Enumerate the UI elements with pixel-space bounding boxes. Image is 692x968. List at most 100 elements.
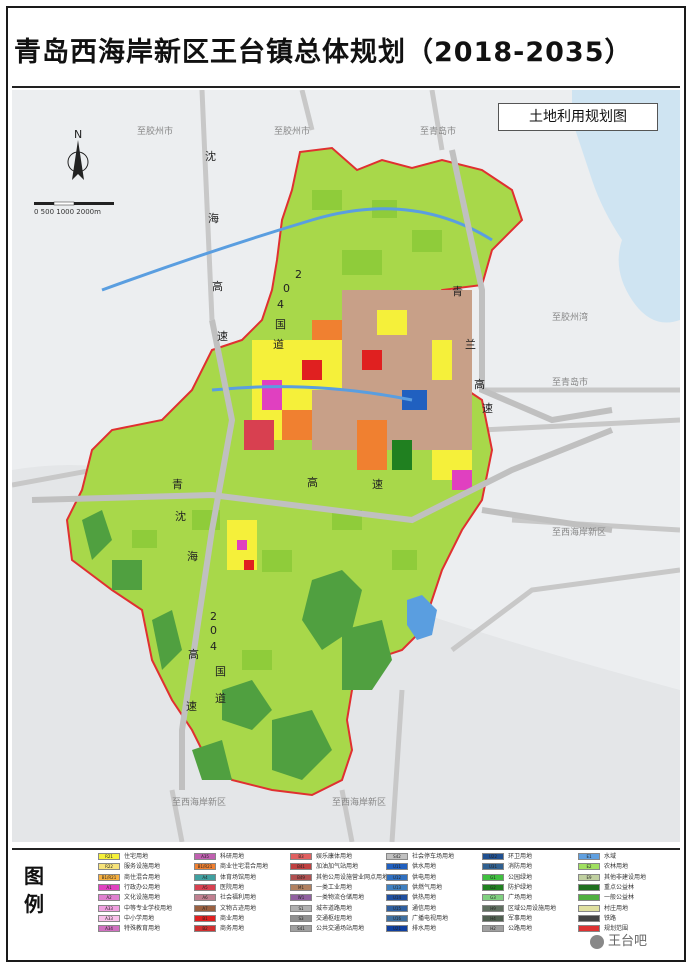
legend-swatch: A4 xyxy=(194,873,216,881)
legend-item: A6 社会福利用地 xyxy=(194,893,256,902)
legend-label: 广播电视用地 xyxy=(412,914,449,922)
legend-item: U31 消防用地 xyxy=(482,862,532,871)
legend-label: 商住混合用地 xyxy=(124,873,161,881)
legend-item: W1 一类物流仓储用地 xyxy=(290,893,364,902)
legend-swatch: U13 xyxy=(386,883,408,891)
legend-swatch: E9 xyxy=(578,873,600,881)
legend-label: 城市道路用地 xyxy=(316,904,353,912)
legend-swatch: A33 xyxy=(98,914,120,922)
road-label-char: 0 xyxy=(210,624,217,637)
legend-label: 商务用地 xyxy=(220,925,245,933)
legend-label: 消防用地 xyxy=(508,863,533,871)
legend-swatch: B49 xyxy=(290,873,312,881)
legend-item: A35 科研用地 xyxy=(194,852,244,861)
legend-label: 体育场馆用地 xyxy=(220,873,257,881)
legend-label: 水域 xyxy=(604,853,617,860)
legend-label: 区域公用设施用地 xyxy=(508,904,557,912)
road-label-char: 沈 xyxy=(205,149,216,163)
legend-label: 其他非建设用地 xyxy=(604,873,647,881)
road-label-char: 2 xyxy=(295,268,302,281)
legend-label: 住宅用地 xyxy=(124,853,149,860)
legend-item: B49 其他公用设施营业网点用地 xyxy=(290,873,388,882)
legend-swatch: A2 xyxy=(98,894,120,902)
legend-swatch: A7 xyxy=(194,904,216,912)
legend-item: A33 中小学用地 xyxy=(98,914,154,923)
legend-swatch xyxy=(578,894,600,902)
legend-label: 科研用地 xyxy=(220,853,245,860)
road-label-char: 高 xyxy=(212,279,223,293)
legend-item: 一般公益林 xyxy=(578,893,634,902)
legend-label: 供电用地 xyxy=(412,873,437,881)
legend-item: U21 排水用地 xyxy=(386,924,436,933)
road-label-char: 高 xyxy=(188,647,199,661)
legend-label: 防护绿地 xyxy=(508,883,533,891)
legend-swatch xyxy=(578,883,600,891)
legend-swatch: U15 xyxy=(386,904,408,912)
legend-label: 社会停车场用地 xyxy=(412,853,455,860)
legend-swatch: B3 xyxy=(290,853,312,860)
legend-swatch: A1 xyxy=(98,883,120,891)
legend-item: E9 其他非建设用地 xyxy=(578,873,646,882)
legend-label: 一类物流仓储用地 xyxy=(316,894,365,902)
legend-swatch xyxy=(578,904,600,912)
road-label-char: 兰 xyxy=(465,338,476,351)
legend-label: 加油加气站用地 xyxy=(316,863,359,871)
legend-swatch: G2 xyxy=(482,883,504,891)
legend-swatch: S1 xyxy=(290,904,312,912)
legend-swatch: H4 xyxy=(482,914,504,922)
legend-item: B1/R21 商住混合用地 xyxy=(98,873,160,882)
legend-swatch: H9 xyxy=(482,904,504,912)
road-label-char: 速 xyxy=(186,700,197,713)
direction-label: 至青岛市 xyxy=(420,125,456,137)
legend-item: S3 交通枢纽用地 xyxy=(290,914,352,923)
road-label-char: 高 xyxy=(307,475,318,489)
road-label-char: 高 xyxy=(474,377,485,391)
legend-label: 公路用地 xyxy=(508,925,533,933)
legend-item: B2 商务用地 xyxy=(194,924,244,933)
road-label-char: 青 xyxy=(172,478,183,491)
legend-swatch: B41 xyxy=(290,863,312,871)
wechat-icon xyxy=(590,934,604,949)
legend-swatch: A34 xyxy=(98,925,120,933)
legend-label: 文化设施用地 xyxy=(124,894,161,902)
legend-label: 广场用地 xyxy=(508,894,533,902)
legend-item: A33 中等专业学校用地 xyxy=(98,904,172,913)
legend-swatch: U22 xyxy=(482,853,504,860)
legend-label: 娱乐康体用地 xyxy=(316,853,353,860)
legend-item: E1 水域 xyxy=(578,852,616,861)
legend-item: M1 一类工业用地 xyxy=(290,883,352,892)
legend-swatch: S42 xyxy=(386,853,408,860)
legend-swatch: U14 xyxy=(386,894,408,902)
legend-swatch: B2 xyxy=(194,925,216,933)
legend-swatch: S41 xyxy=(290,925,312,933)
direction-label: 至青岛市 xyxy=(552,376,588,388)
legend-item: R22 服务设施用地 xyxy=(98,862,160,871)
legend-item: B1 商业用地 xyxy=(194,914,244,923)
road-label-char: 国 xyxy=(275,318,286,331)
legend-item: A5 医院用地 xyxy=(194,883,244,892)
road-label-char: 海 xyxy=(208,211,219,225)
direction-label: 至胶州市 xyxy=(274,125,310,137)
legend-swatch: W1 xyxy=(290,894,312,902)
legend-label: 商业住宅混合用地 xyxy=(220,863,269,871)
legend-item: A2 文化设施用地 xyxy=(98,893,160,902)
legend-swatch: U21 xyxy=(386,925,408,933)
legend-label: 公园绿地 xyxy=(508,873,533,881)
legend-swatch: B1/R21 xyxy=(194,863,216,871)
legend-swatch: M1 xyxy=(290,883,312,891)
legend-item: B1/R21 商业住宅混合用地 xyxy=(194,862,268,871)
legend-item: U16 广播电视用地 xyxy=(386,914,448,923)
legend-item: A1 行政办公用地 xyxy=(98,883,160,892)
legend-label: 中等专业学校用地 xyxy=(124,904,173,912)
map-area: N 0 500 1000 2000m 沈 海 高 速 2 0 4 国 道 青 兰… xyxy=(12,90,680,842)
legend-swatch: A35 xyxy=(194,853,216,860)
legend-swatch: G3 xyxy=(482,894,504,902)
legend-grid: R21 住宅用地 R22 服务设施用地 B1/R21 商住混合用地 A1 行政办公用地 A2 文化… xyxy=(98,852,678,936)
legend-item: H4 军事用地 xyxy=(482,914,532,923)
legend-label: 通信用地 xyxy=(412,904,437,912)
legend-item: A7 文物古迹用地 xyxy=(194,904,256,913)
legend-item: U14 供热用地 xyxy=(386,893,436,902)
legend-swatch: U11 xyxy=(386,863,408,871)
legend-swatch: R22 xyxy=(98,863,120,871)
legend-label: 其他公用设施营业网点用地 xyxy=(316,873,389,881)
